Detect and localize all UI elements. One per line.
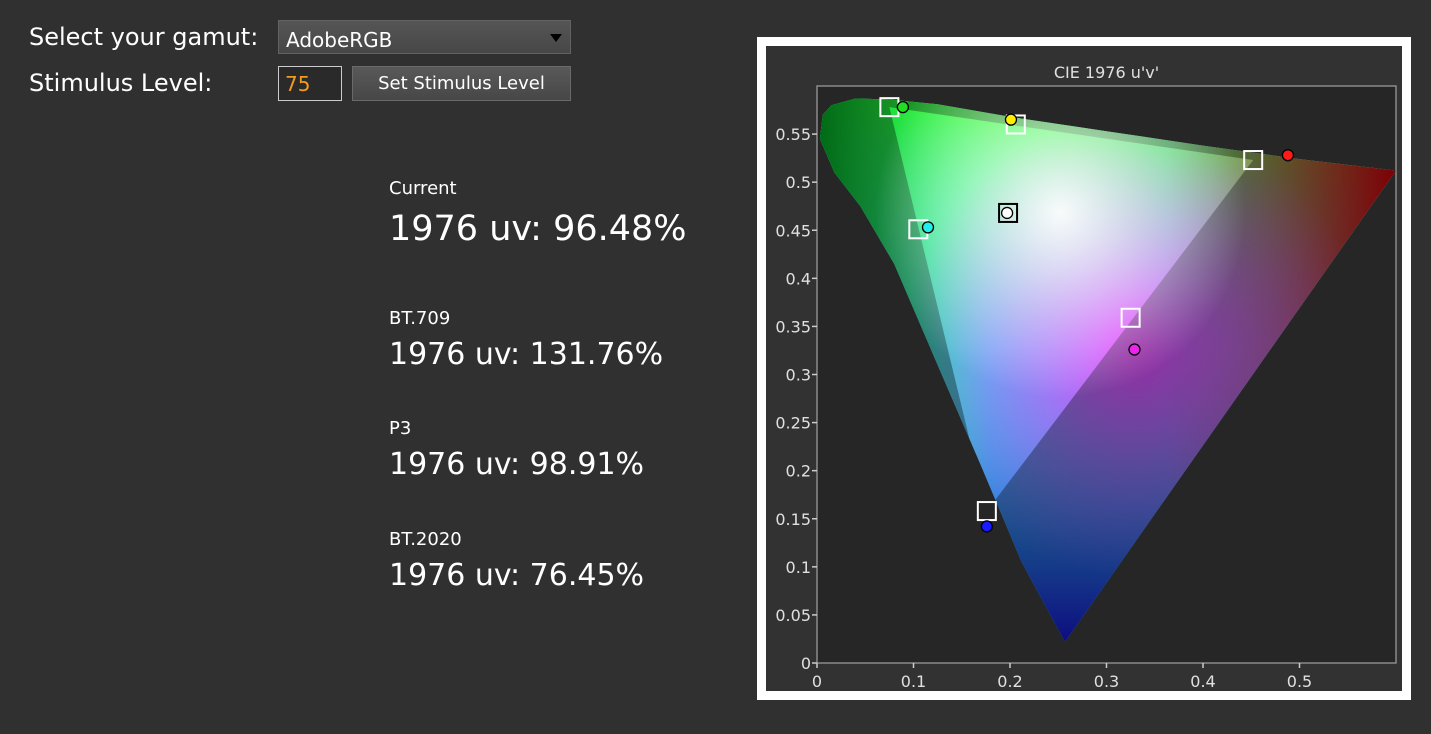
x-tick-label: 0.3	[1094, 672, 1119, 691]
blue-measured-dot	[980, 520, 993, 533]
y-tick-label: 0.35	[775, 317, 811, 336]
y-tick-label: 0.15	[775, 510, 811, 529]
stimulus-level-input[interactable]	[278, 66, 342, 101]
chevron-down-icon[interactable]	[550, 34, 562, 42]
y-tick-label: 0.4	[786, 269, 811, 288]
stat-title-p3: P3	[389, 418, 412, 439]
stimulus-label: Stimulus Level:	[29, 69, 213, 97]
stat-title-bt2020: BT.2020	[389, 529, 462, 550]
stat-value-current: 1976 uv: 96.48%	[389, 209, 687, 249]
set-stimulus-level-button[interactable]: Set Stimulus Level	[352, 66, 571, 101]
yellow-measured-dot	[1004, 113, 1018, 126]
cie-chart-frame: 0 0.1 0.2 0.3 0.4 0.5 0 0.05 0.1 0.15 0.2 0.25 0.3 0.…	[757, 37, 1411, 700]
y-tick-label: 0.45	[775, 221, 811, 240]
cie-1976-chart: 0 0.1 0.2 0.3 0.4 0.5 0 0.05 0.1 0.15 0.2 0.25 0.3 0.…	[775, 63, 1397, 691]
stat-title-current: Current	[389, 178, 457, 199]
y-tick-label: 0.55	[775, 125, 811, 144]
y-tick-label: 0.25	[775, 414, 811, 433]
x-tick-label: 0	[812, 672, 822, 691]
gamut-dropdown[interactable]: AdobeRGB	[278, 20, 571, 54]
chart-title: CIE 1976 u'v'	[1054, 63, 1159, 82]
y-tick-label: 0.5	[786, 173, 811, 192]
y-tick-label: 0.3	[786, 366, 811, 385]
red-measured-dot	[1281, 149, 1295, 162]
y-tick-label: 0.05	[775, 606, 811, 625]
green-measured-dot	[896, 101, 910, 114]
x-tick-label: 0.1	[901, 672, 926, 691]
white-measured-dot	[1000, 206, 1014, 220]
x-tick-label: 0.2	[997, 672, 1022, 691]
y-tick-label: 0.2	[786, 462, 811, 481]
gamut-selected-value: AdobeRGB	[286, 28, 393, 52]
magenta-measured-dot	[1128, 343, 1141, 356]
x-tick-label: 0.5	[1287, 672, 1312, 691]
x-tick-label: 0.4	[1190, 672, 1215, 691]
stat-value-p3: 1976 uv: 98.91%	[389, 447, 645, 482]
y-tick-label: 0.1	[786, 558, 811, 577]
stat-value-bt2020: 1976 uv: 76.45%	[389, 558, 645, 593]
stat-value-bt709: 1976 uv: 131.76%	[389, 337, 664, 372]
gamut-label: Select your gamut:	[29, 23, 259, 51]
cyan-measured-dot	[921, 221, 935, 234]
y-tick-label: 0	[801, 654, 811, 673]
stat-title-bt709: BT.709	[389, 308, 451, 329]
